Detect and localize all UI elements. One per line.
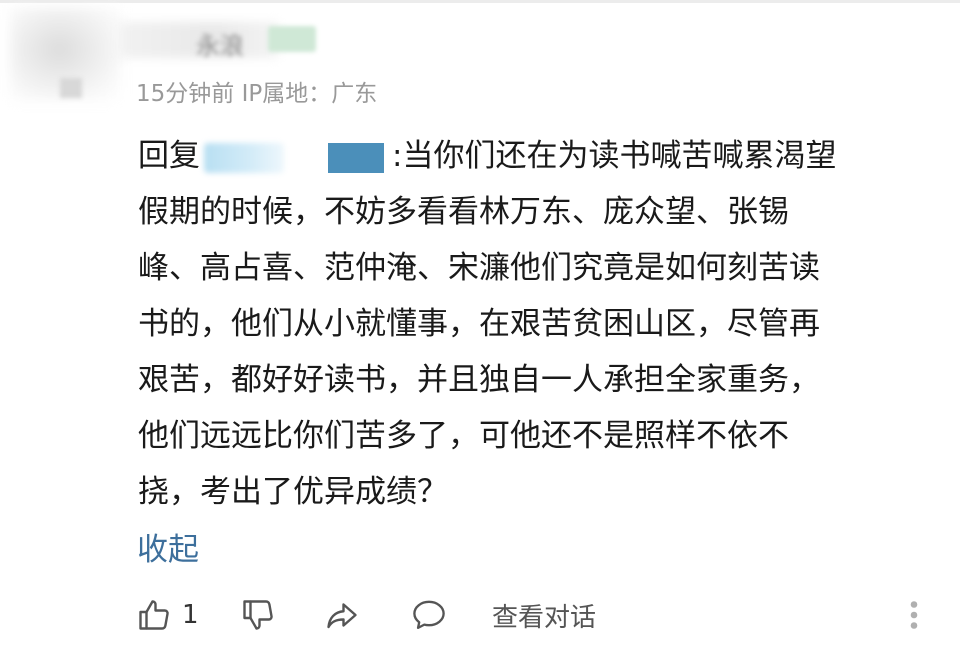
thumbs-up-icon <box>136 597 172 633</box>
comment-action-bar: 1 查看对话 <box>0 590 960 640</box>
reply-button[interactable] <box>410 590 448 640</box>
comment-body: 回复:当你们还在为读书喊苦喊累渴望 假期的时候，不妨多看看林万东、庞众望、张锡 … <box>138 128 928 520</box>
more-vertical-icon <box>904 597 924 633</box>
avatar-badge <box>60 78 82 98</box>
share-icon <box>324 597 360 633</box>
top-divider <box>0 0 960 3</box>
mention-redacted-block <box>328 142 384 173</box>
more-button[interactable] <box>904 590 924 640</box>
comment-text-line: 假期的时候，不妨多看看林万东、庞众望、张锡 <box>138 194 789 230</box>
like-button[interactable]: 1 <box>136 590 199 640</box>
collapse-link[interactable]: 收起 <box>137 524 199 569</box>
comment-text-line: 挠，考出了优异成绩？ <box>138 474 448 510</box>
comment-text-line: 书的，他们从小就懂事，在艰苦贫困山区，尽管再 <box>138 306 820 342</box>
mention-redacted[interactable] <box>204 142 284 173</box>
username[interactable]: 永浪 <box>196 26 244 61</box>
comment-bubble-icon <box>410 597 448 633</box>
thumbs-down-icon <box>240 597 276 633</box>
view-conversation-link[interactable]: 查看对话 <box>492 590 596 640</box>
comment-text-line: 峰、高占喜、范仲淹、宋濂他们究竟是如何刻苦读 <box>138 250 820 286</box>
comment-line-1: 回复 :当你们还在为读书喊苦喊累渴望 <box>138 128 928 184</box>
user-level-badge <box>268 26 316 52</box>
comment-text-line: 他们远远比你们苦多了，可他还不是照样不依不 <box>138 418 789 454</box>
comment-meta: 15分钟前 IP属地：广东 <box>136 81 378 107</box>
comment-text-line: 艰苦，都好好读书，并且独自一人承担全家重务， <box>138 362 820 398</box>
comment-text-line: :当你们还在为读书喊苦喊累渴望 <box>392 138 837 174</box>
share-button[interactable] <box>324 590 360 640</box>
like-count: 1 <box>182 600 199 630</box>
dislike-button[interactable] <box>240 590 276 640</box>
reply-prefix: 回复 <box>138 138 200 174</box>
